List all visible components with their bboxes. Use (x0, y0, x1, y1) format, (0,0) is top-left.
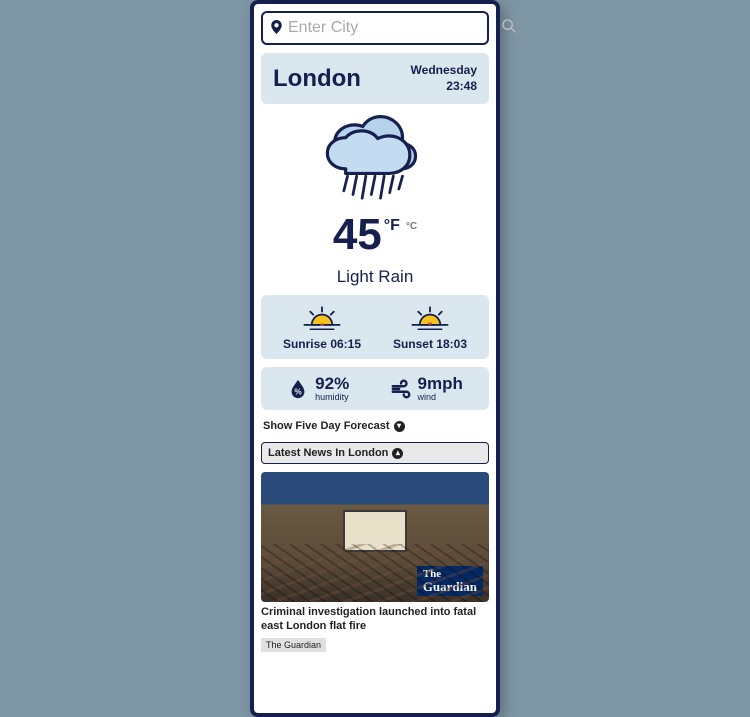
humidity: % 92% humidity (287, 375, 349, 402)
chevron-up-icon: ▴ (392, 448, 403, 459)
search-icon[interactable] (501, 18, 517, 39)
temperature-unit-f[interactable]: °F (384, 217, 400, 235)
day-of-week: Wednesday (411, 63, 477, 79)
forecast-toggle-label: Show Five Day Forecast (263, 420, 390, 432)
chevron-down-icon: ▾ (394, 421, 405, 432)
temperature-unit-c[interactable]: °C (406, 221, 417, 232)
rain-cloud-icon (320, 114, 430, 209)
city-name: London (273, 65, 361, 93)
datetime: Wednesday 23:48 (411, 63, 477, 94)
city-search[interactable] (261, 11, 489, 45)
time: 23:48 (411, 79, 477, 95)
sun-times-panel: Sunrise 06:15 Sunset 18:03 (261, 295, 489, 359)
weather-app: London Wednesday 23:48 45 °F (250, 0, 500, 717)
city-input[interactable] (288, 19, 495, 37)
svg-text:%: % (294, 387, 302, 396)
guardian-logo: The Guardian (417, 566, 483, 596)
humidity-value: 92% (315, 375, 349, 392)
wind: 9mph wind (390, 375, 463, 402)
news-toggle[interactable]: Latest News In London ▴ (261, 442, 489, 464)
wind-value: 9mph (418, 375, 463, 392)
sunset: Sunset 18:03 (393, 303, 467, 351)
sunset-icon (408, 303, 452, 335)
news-image: The Guardian (261, 472, 489, 602)
condition-text: Light Rain (261, 267, 489, 287)
location-pin-icon (271, 20, 282, 37)
sunrise-icon (300, 303, 344, 335)
sunset-label: Sunset 18:03 (393, 337, 467, 351)
metrics-panel: % 92% humidity 9mph wind (261, 367, 489, 410)
wind-icon (390, 378, 412, 400)
news-card[interactable]: The Guardian Criminal investigation laun… (261, 472, 489, 653)
location-header: London Wednesday 23:48 (261, 53, 489, 104)
wind-label: wind (418, 392, 463, 402)
news-source: The Guardian (261, 638, 326, 652)
current-weather: 45 °F °C Light Rain (261, 112, 489, 287)
humidity-icon: % (287, 378, 309, 400)
news-toggle-label: Latest News In London (268, 447, 388, 459)
temperature: 45 °F °C (261, 213, 489, 257)
humidity-label: humidity (315, 392, 349, 402)
temperature-value: 45 (333, 213, 382, 257)
sunrise: Sunrise 06:15 (283, 303, 361, 351)
sunrise-label: Sunrise 06:15 (283, 337, 361, 351)
news-headline: Criminal investigation launched into fat… (261, 606, 489, 634)
forecast-toggle[interactable]: Show Five Day Forecast ▾ (261, 418, 489, 434)
